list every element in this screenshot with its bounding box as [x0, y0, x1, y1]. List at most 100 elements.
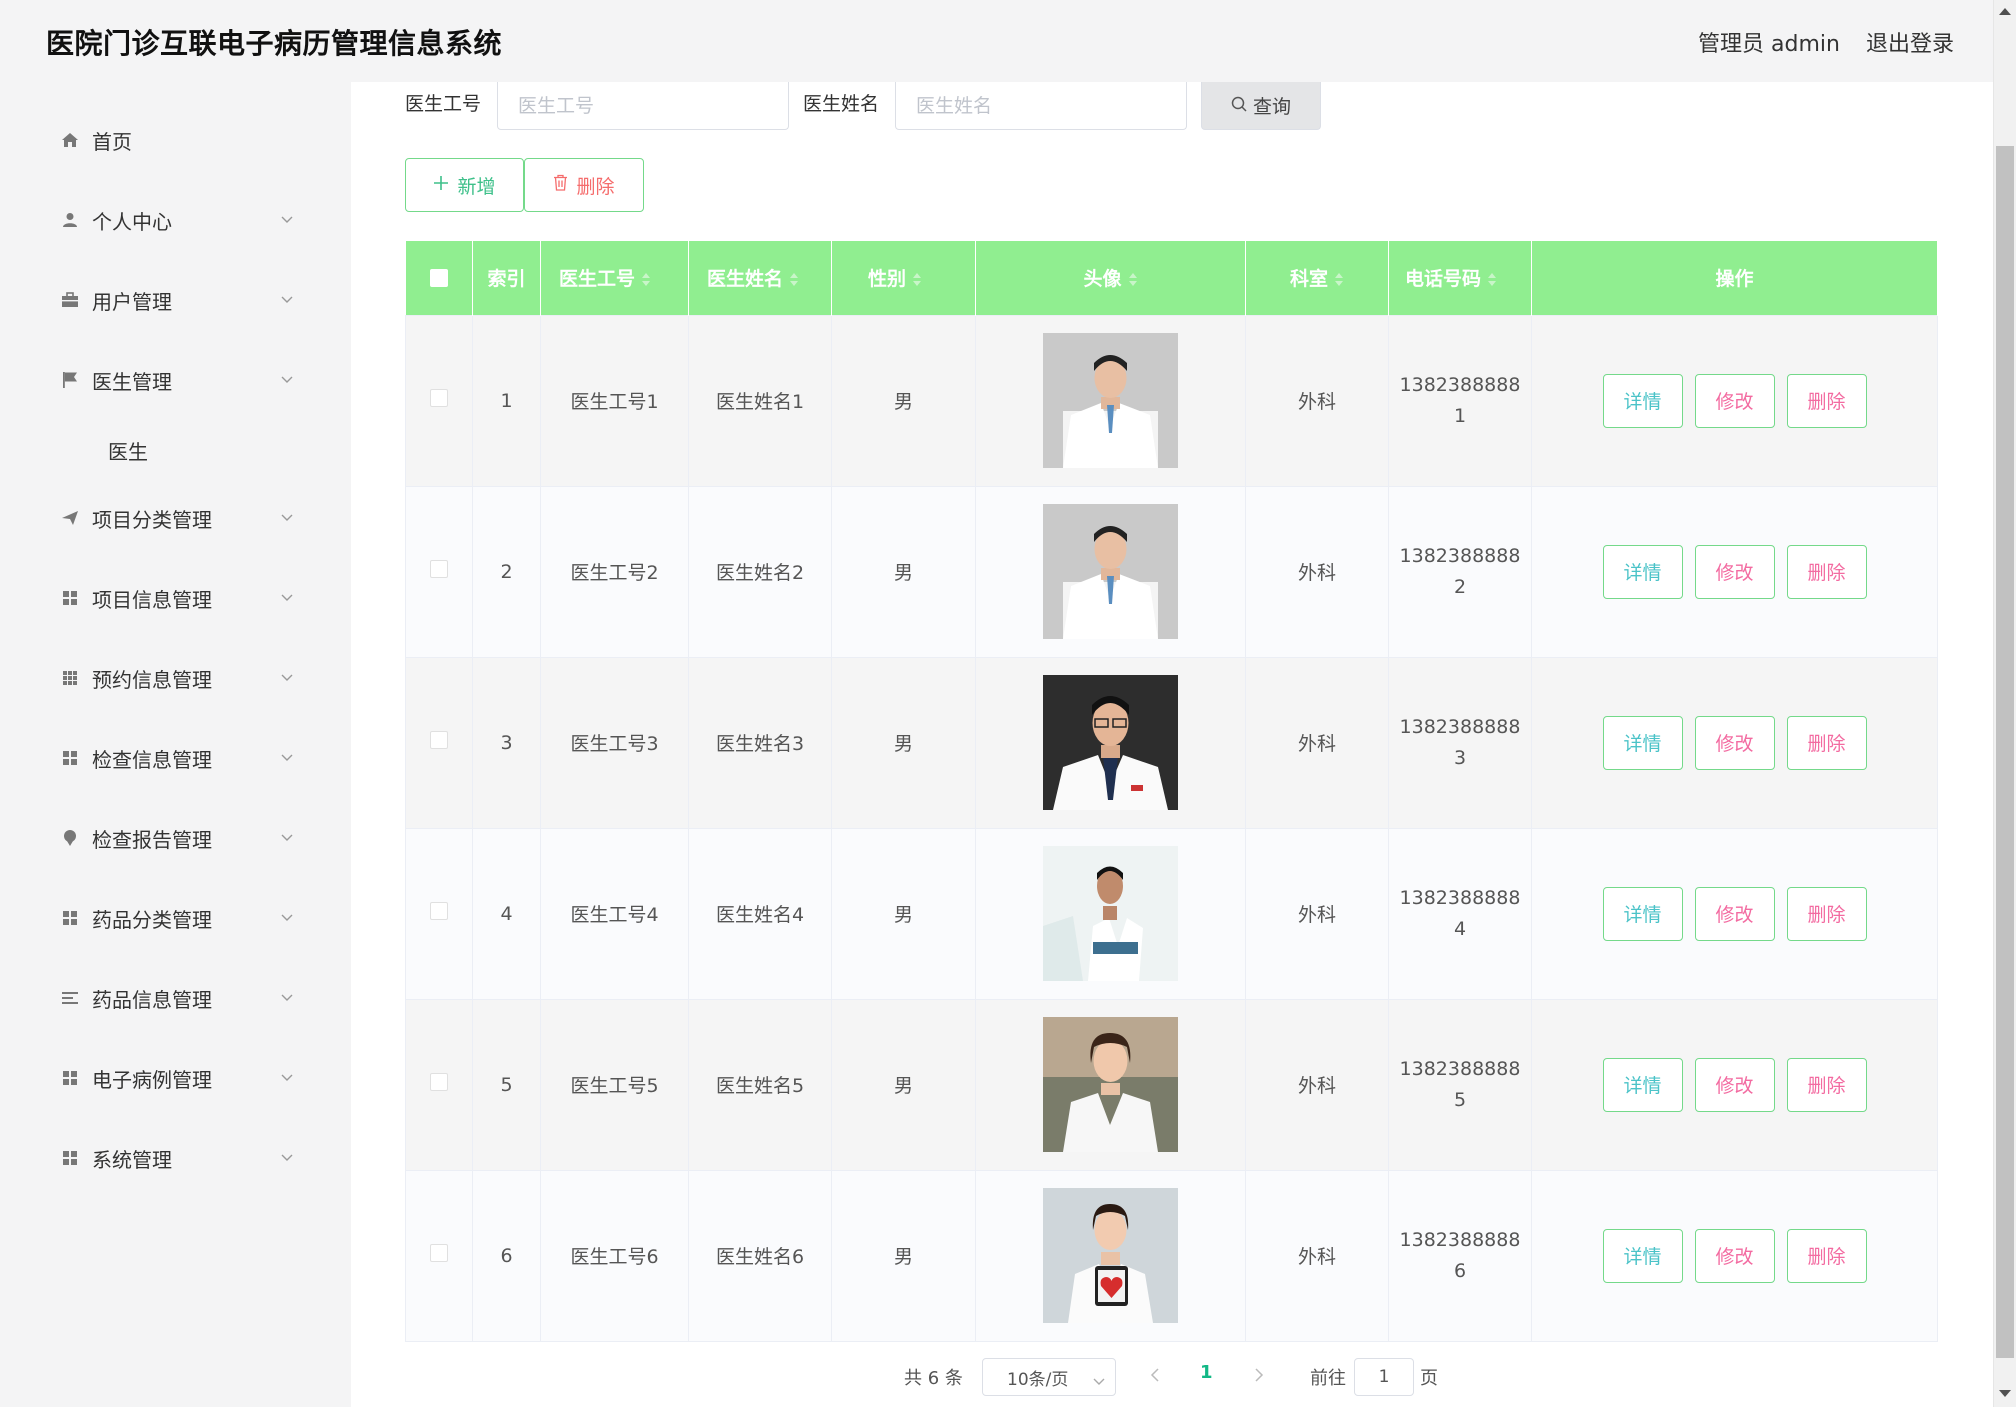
chevron-down-icon [280, 911, 294, 925]
detail-button[interactable]: 详情 [1602, 1057, 1683, 1112]
briefcase-icon [60, 290, 80, 310]
delete-button[interactable]: 删除 [1786, 1057, 1867, 1112]
sidebar-item-drug-info[interactable]: 药品信息管理 [26, 968, 309, 1028]
sidebar-item-project-category[interactable]: 项目分类管理 [26, 488, 309, 548]
column-header-gender[interactable]: 性别 [831, 241, 976, 315]
index-cell: 2 [472, 485, 541, 658]
logout-link[interactable]: 退出登录 [1866, 26, 1954, 58]
edit-button[interactable]: 修改 [1694, 373, 1775, 428]
row-select-cell[interactable] [405, 998, 473, 1171]
top-bar: 医院门诊互联电子病历管理信息系统 管理员 admin 退出登录 [0, 0, 1993, 82]
detail-button[interactable]: 详情 [1602, 886, 1683, 941]
table-row[interactable]: 6 医生工号6 医生姓名6 男外科 1382388888 6 详情 修改 删除 [405, 1169, 1938, 1342]
page-size-value: 10条/页 [1007, 1369, 1069, 1390]
doctor-name-cell: 医生姓名5 [688, 998, 832, 1171]
actions-cell: 详情 修改 删除 [1531, 656, 1938, 829]
phone-number-line: 6 [1453, 1259, 1467, 1282]
sidebar-item-label: 检查报告管理 [92, 827, 212, 852]
sort-icon[interactable] [1128, 272, 1138, 288]
phone-number-line: 1382388888 [1399, 1057, 1521, 1080]
row-checkbox[interactable] [430, 1244, 448, 1262]
add-button[interactable]: 新增 [405, 158, 524, 212]
row-checkbox[interactable] [430, 560, 448, 578]
doctor-avatar-image [976, 1017, 1245, 1152]
table-row[interactable]: 2 医生工号2 医生姓名2 男外科 1382388888 2 详情 修改 删除 [405, 485, 1938, 658]
table-row[interactable]: 5 医生工号5 医生姓名5 男外科 1382388888 5 详情 修改 删除 [405, 998, 1938, 1171]
next-page-button[interactable] [1252, 1362, 1266, 1388]
sidebar-item-drug-category[interactable]: 药品分类管理 [26, 888, 309, 948]
sidebar-item-appointment-info[interactable]: 预约信息管理 [26, 648, 309, 708]
table-row[interactable]: 1 医生工号1 医生姓名1 男外科 1382388888 1 详情 修改 删除 [405, 314, 1938, 487]
select-all-header[interactable] [405, 241, 473, 315]
sidebar-item-system-management[interactable]: 系统管理 [26, 1128, 309, 1188]
gender-cell: 男 [831, 485, 976, 658]
current-page-number[interactable]: 1 [1200, 1362, 1213, 1383]
edit-button[interactable]: 修改 [1694, 715, 1775, 770]
column-header-doctor-id[interactable]: 医生工号 [540, 241, 689, 315]
row-select-cell[interactable] [405, 485, 473, 658]
sort-icon[interactable] [789, 272, 799, 288]
edit-button[interactable]: 修改 [1694, 544, 1775, 599]
sidebar-item-medical-record[interactable]: 电子病例管理 [26, 1048, 309, 1108]
detail-button[interactable]: 详情 [1602, 715, 1683, 770]
page-size-select[interactable]: 10条/页 [982, 1358, 1116, 1396]
sort-icon[interactable] [1487, 272, 1497, 288]
query-button[interactable]: 查询 [1201, 82, 1321, 130]
sidebar-item-personal-center[interactable]: 个人中心 [26, 190, 309, 250]
select-all-checkbox[interactable] [429, 269, 448, 288]
doctor-id-cell: 医生工号5 [540, 998, 689, 1171]
prev-page-button[interactable] [1148, 1362, 1162, 1388]
phone-cell: 1382388888 6 [1388, 1169, 1532, 1342]
column-header-avatar[interactable]: 头像 [975, 241, 1246, 315]
row-checkbox[interactable] [430, 731, 448, 749]
row-select-cell[interactable] [405, 1169, 473, 1342]
sort-icon[interactable] [1334, 272, 1344, 288]
delete-button[interactable]: 删除 [1786, 373, 1867, 428]
gender-cell: 男 [831, 1169, 976, 1342]
row-select-cell[interactable] [405, 827, 473, 1000]
sidebar-subitem-doctor[interactable]: 医生 [108, 436, 148, 465]
doctor-id-input[interactable] [497, 82, 789, 130]
edit-button[interactable]: 修改 [1694, 1057, 1775, 1112]
detail-button[interactable]: 详情 [1602, 544, 1683, 599]
goto-page-input[interactable] [1354, 1358, 1414, 1396]
sidebar-item-label: 首页 [92, 129, 132, 154]
delete-button[interactable]: 删除 [1786, 1228, 1867, 1283]
scrollbar-thumb[interactable] [1996, 146, 2014, 1358]
doctor-avatar-image [976, 504, 1245, 639]
app-title: 医院门诊互联电子病历管理信息系统 [46, 27, 503, 60]
detail-button[interactable]: 详情 [1602, 373, 1683, 428]
column-header-doctor-name[interactable]: 医生姓名 [688, 241, 832, 315]
sidebar-item-doctor-management[interactable]: 医生管理 [26, 350, 309, 410]
sidebar-item-home[interactable]: 首页 [26, 110, 309, 170]
sort-icon[interactable] [641, 272, 651, 288]
scroll-up-arrow-icon[interactable] [1999, 8, 2011, 15]
sidebar-item-exam-report[interactable]: 检查报告管理 [26, 808, 309, 868]
scroll-down-arrow-icon[interactable] [1999, 1390, 2011, 1397]
table-row[interactable]: 3 医生工号3 医生姓名3 男外科 1382388888 3 详情 修改 删除 [405, 656, 1938, 829]
sidebar-item-exam-info[interactable]: 检查信息管理 [26, 728, 309, 788]
department-cell: 外科 [1245, 656, 1389, 829]
edit-button[interactable]: 修改 [1694, 1228, 1775, 1283]
doctor-name-input[interactable] [895, 82, 1187, 130]
row-checkbox[interactable] [430, 389, 448, 407]
doctor-id-label: 医生工号 [405, 93, 482, 115]
delete-button[interactable]: 删除 [1786, 715, 1867, 770]
delete-button[interactable]: 删除 [1786, 544, 1867, 599]
detail-button[interactable]: 详情 [1602, 1228, 1683, 1283]
sidebar-item-project-info[interactable]: 项目信息管理 [26, 568, 309, 628]
row-select-cell[interactable] [405, 314, 473, 487]
row-select-cell[interactable] [405, 656, 473, 829]
table-row[interactable]: 4 医生工号4 医生姓名4 男外科 1382388888 4 详情 修改 删除 [405, 827, 1938, 1000]
edit-button[interactable]: 修改 [1694, 886, 1775, 941]
doctor-id-cell: 医生工号1 [540, 314, 689, 487]
sidebar-item-user-management[interactable]: 用户管理 [26, 270, 309, 330]
column-header-phone[interactable]: 电话号码 [1388, 241, 1532, 315]
sort-icon[interactable] [912, 272, 922, 288]
batch-delete-button[interactable]: 删除 [524, 158, 644, 212]
column-header-department[interactable]: 科室 [1245, 241, 1389, 315]
row-checkbox[interactable] [430, 902, 448, 920]
sidebar-item-label: 个人中心 [92, 209, 172, 234]
row-checkbox[interactable] [430, 1073, 448, 1091]
delete-button[interactable]: 删除 [1786, 886, 1867, 941]
